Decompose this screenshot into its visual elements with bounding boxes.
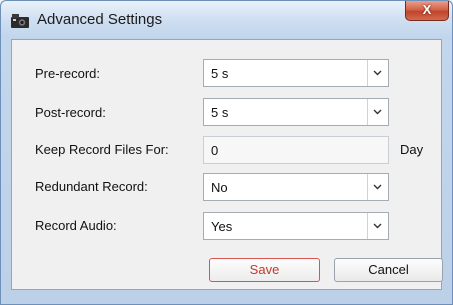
cancel-button[interactable]: Cancel [334, 258, 443, 282]
pre-record-select[interactable]: 5 s [203, 59, 389, 87]
record-audio-label: Record Audio: [35, 218, 117, 233]
pre-record-value: 5 s [211, 66, 229, 81]
post-record-label: Post-record: [35, 105, 106, 120]
redundant-record-value: No [211, 180, 228, 195]
redundant-record-select[interactable]: No [203, 173, 389, 201]
pre-record-label: Pre-record: [35, 66, 101, 81]
keep-record-files-value: 0 [211, 143, 219, 158]
save-button[interactable]: Save [209, 258, 320, 282]
keep-record-files-input[interactable]: 0 [203, 136, 389, 164]
window-title: Advanced Settings [37, 11, 163, 28]
post-record-value: 5 s [211, 105, 229, 120]
chevron-down-icon[interactable] [367, 213, 388, 239]
camera-icon [10, 13, 30, 29]
post-record-select[interactable]: 5 s [203, 98, 389, 126]
chevron-down-icon[interactable] [367, 99, 388, 125]
settings-panel: Pre-record: 5 s Post-record: 5 s Keep Re… [11, 39, 443, 290]
redundant-record-label: Redundant Record: [35, 179, 148, 194]
close-button[interactable]: X [405, 1, 449, 21]
close-icon: X [422, 2, 432, 17]
record-audio-value: Yes [211, 219, 233, 234]
record-audio-select[interactable]: Yes [203, 212, 389, 240]
advanced-settings-window: Advanced Settings X Pre-record: 5 s Post… [0, 0, 453, 305]
chevron-down-icon[interactable] [367, 60, 388, 86]
chevron-down-icon[interactable] [367, 174, 388, 200]
keep-record-unit: Day [400, 142, 424, 157]
title-bar[interactable]: Advanced Settings X [1, 1, 452, 39]
keep-record-files-label: Keep Record Files For: [35, 142, 169, 157]
